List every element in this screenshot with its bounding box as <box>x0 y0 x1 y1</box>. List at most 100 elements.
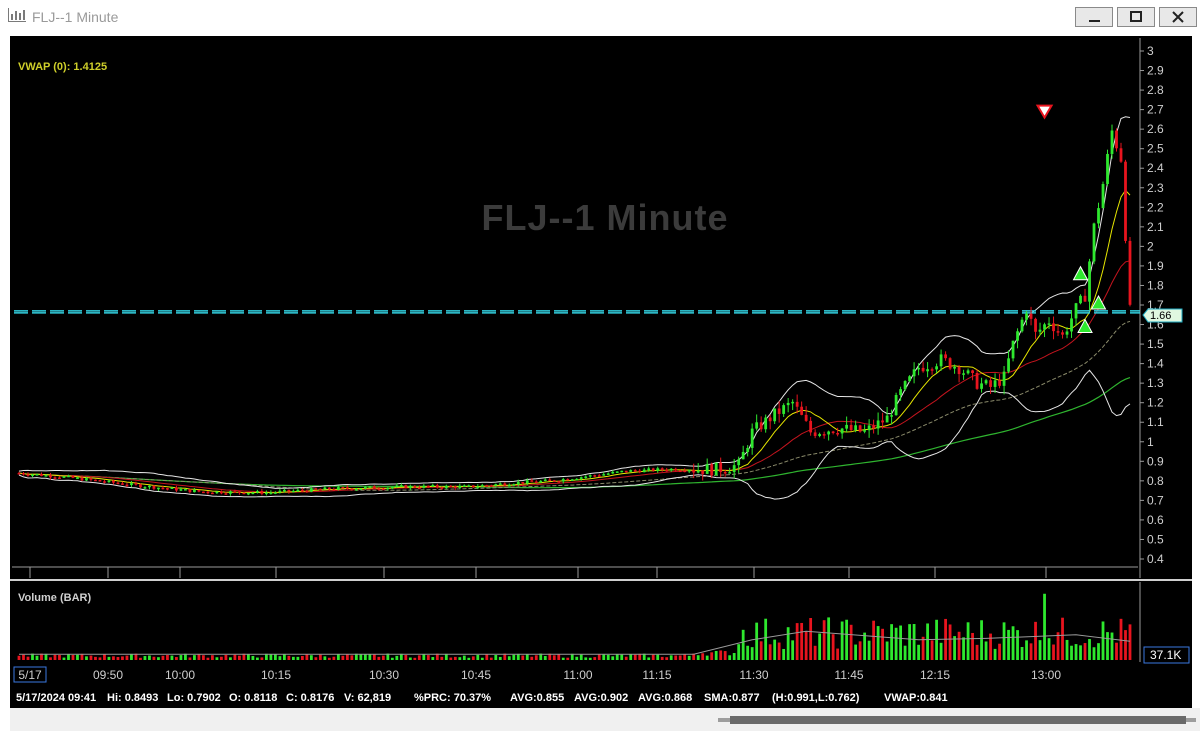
candle-body <box>647 468 651 470</box>
candle-body <box>35 474 39 476</box>
price-tick-label: 2.8 <box>1147 83 1164 97</box>
candle-body <box>917 367 920 370</box>
candle-body <box>872 425 876 429</box>
volume-bar <box>741 629 745 660</box>
price-chart[interactable]: 32.92.82.72.62.52.42.32.22.121.91.81.71.… <box>0 0 1200 731</box>
status-high: Hi: 0.8493 <box>107 692 159 704</box>
price-tick-label: 1.4 <box>1147 357 1164 371</box>
volume-bar <box>26 656 30 660</box>
candle-body <box>998 380 1001 386</box>
candle-body <box>49 475 52 478</box>
candle-body <box>1043 324 1046 330</box>
volume-bar <box>336 654 340 660</box>
volume-bar <box>723 651 727 660</box>
candle-body <box>44 475 48 477</box>
volume-bar <box>822 620 826 660</box>
candle-body <box>606 473 610 475</box>
volume-bar <box>530 656 534 660</box>
volume-bar <box>764 618 768 660</box>
price-tick-label: 0.9 <box>1147 454 1164 468</box>
candle-body <box>408 485 412 489</box>
volume-bar <box>867 640 871 660</box>
candle-body <box>642 469 646 473</box>
volume-bar <box>161 655 165 660</box>
horizontal-scrollbar[interactable] <box>10 708 1200 731</box>
volume-bar <box>184 653 187 660</box>
status-low: Lo: 0.7902 <box>167 692 221 704</box>
candle-body <box>701 470 705 474</box>
volume-bar <box>710 652 714 660</box>
volume-bar <box>516 653 520 660</box>
candle-body <box>1106 153 1109 185</box>
candle-body <box>309 488 313 492</box>
candle-body <box>975 373 979 389</box>
candle-body <box>314 488 318 490</box>
time-tick-label: 11:45 <box>834 668 863 682</box>
volume-bar <box>786 627 790 660</box>
volume-bar <box>399 653 403 660</box>
volume-bar <box>966 622 970 660</box>
volume-bar <box>1088 639 1091 660</box>
candle-body <box>566 479 570 481</box>
volume-bar <box>701 653 705 660</box>
time-tick-label: 11:30 <box>739 668 768 682</box>
volume-bar <box>314 657 318 660</box>
volume-bar <box>215 657 219 660</box>
candle-body <box>755 422 759 429</box>
candle-body <box>1034 318 1037 332</box>
volume-bar <box>498 656 502 660</box>
candle-body <box>202 491 205 494</box>
candle-body <box>813 432 817 436</box>
volume-bar <box>570 653 574 660</box>
time-tick-label: 13:00 <box>1031 668 1061 682</box>
volume-bar <box>170 655 174 660</box>
candle-body <box>58 477 61 479</box>
candle-body <box>431 485 435 487</box>
volume-last-tag: 37.1K <box>1143 646 1190 664</box>
volume-bar <box>125 655 129 660</box>
candle-body <box>516 481 520 485</box>
volume-bar <box>732 652 736 660</box>
volume-bar <box>1020 646 1024 660</box>
scrollbar-thumb[interactable] <box>730 716 1186 724</box>
volume-bar <box>368 654 372 660</box>
candle-body <box>273 492 277 494</box>
volume-bar <box>193 655 196 660</box>
price-tick-label: 0.4 <box>1147 552 1164 566</box>
volume-bar <box>1061 617 1064 660</box>
volume-bar <box>76 654 79 660</box>
candle-body <box>732 465 736 473</box>
candle-body <box>287 489 291 492</box>
price-tick-label: 2.4 <box>1147 161 1164 175</box>
candle-body <box>264 492 268 495</box>
vwap-indicator-label: VWAP (0): 1.4125 <box>18 61 107 73</box>
status-avg-3: AVG:0.868 <box>638 692 693 704</box>
sell-marker-icon <box>1035 104 1054 120</box>
candle-body <box>845 424 849 429</box>
candle-body <box>130 483 133 486</box>
price-tick-label: 2.7 <box>1147 103 1164 117</box>
candle-body <box>440 487 444 489</box>
candle-body <box>507 484 511 487</box>
volume-bar <box>408 657 412 660</box>
candle-body <box>795 401 799 407</box>
volume-bar <box>260 657 264 660</box>
candle-body <box>822 434 826 436</box>
volume-bar <box>1065 639 1069 660</box>
status-close: C: 0.8176 <box>286 692 335 704</box>
volume-bar <box>1110 632 1114 660</box>
volume-bar <box>1074 644 1078 660</box>
volume-bar <box>854 644 858 660</box>
volume-bar <box>836 648 840 660</box>
candle-body <box>818 434 822 436</box>
candle-body <box>220 491 223 494</box>
candle-body <box>184 489 187 491</box>
candle-body <box>926 369 929 372</box>
candle-body <box>512 484 516 486</box>
volume-bar <box>1011 626 1015 660</box>
candle-body <box>350 488 354 491</box>
time-tick-label: 10:00 <box>165 668 195 682</box>
volume-bar <box>404 654 408 660</box>
candle-body <box>341 487 345 489</box>
volume-bar <box>831 634 835 660</box>
